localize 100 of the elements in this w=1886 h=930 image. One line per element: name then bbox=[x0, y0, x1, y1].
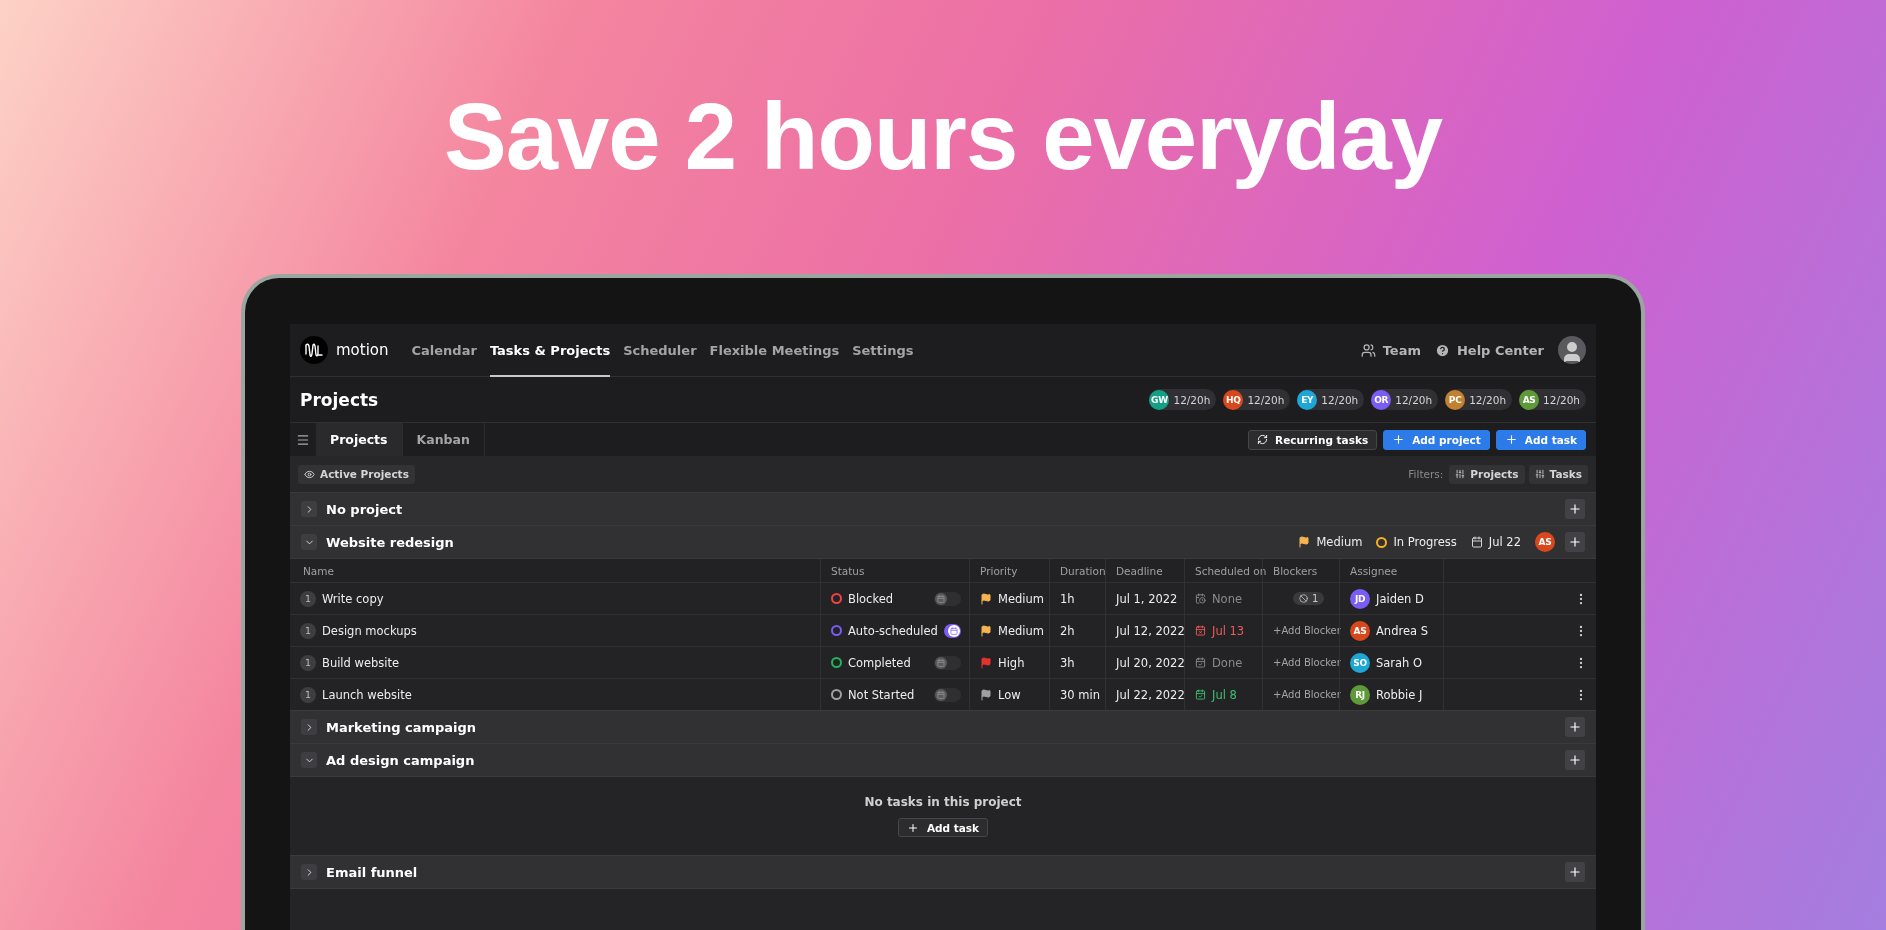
team-icon bbox=[1360, 342, 1376, 358]
project-name[interactable]: Website redesign bbox=[326, 534, 454, 550]
add-blocker-link[interactable]: +Add Blocker bbox=[1273, 625, 1341, 636]
view-tab[interactable]: Projects bbox=[316, 423, 403, 456]
member-avatar: EY bbox=[1297, 389, 1318, 410]
expand-toggle[interactable] bbox=[301, 501, 317, 517]
nav-link[interactable]: Team bbox=[1360, 342, 1421, 358]
plus-icon bbox=[1568, 535, 1582, 549]
nav-tab[interactable]: Settings bbox=[852, 323, 914, 377]
hours-text: 12/20h bbox=[1395, 393, 1433, 406]
task-name[interactable]: Design mockups bbox=[322, 623, 417, 638]
scheduled-text: Done bbox=[1212, 655, 1243, 670]
sliders-icon bbox=[1534, 469, 1545, 479]
action-button[interactable]: Add project bbox=[1383, 429, 1490, 450]
auto-schedule-toggle[interactable] bbox=[943, 623, 961, 638]
action-button[interactable]: Add task bbox=[1495, 429, 1586, 450]
auto-schedule-toggle[interactable] bbox=[934, 687, 961, 702]
expand-toggle[interactable] bbox=[301, 752, 317, 768]
plus-icon bbox=[1568, 753, 1582, 767]
deadline-text[interactable]: Jul 20, 2022 bbox=[1116, 655, 1185, 670]
workload-chip[interactable]: OR 12/20h bbox=[1371, 389, 1439, 410]
status-text[interactable]: Blocked bbox=[848, 591, 894, 606]
assignee-avatar: JD bbox=[1350, 588, 1370, 609]
active-projects-button[interactable]: Active Projects bbox=[298, 464, 415, 484]
task-name[interactable]: Build website bbox=[322, 655, 400, 670]
plus-icon bbox=[1392, 433, 1406, 446]
add-blocker-link[interactable]: +Add Blocker bbox=[1273, 657, 1341, 668]
assignee-name[interactable]: Jaiden D bbox=[1376, 591, 1424, 606]
nav-tab[interactable]: Flexible Meetings bbox=[709, 323, 840, 377]
calendar-icon bbox=[950, 626, 958, 635]
auto-schedule-toggle[interactable] bbox=[934, 655, 961, 670]
profile-avatar[interactable] bbox=[1558, 336, 1586, 364]
task-count-badge: 1 bbox=[300, 590, 316, 607]
project-name[interactable]: Ad design campaign bbox=[326, 752, 475, 768]
status-text[interactable]: Completed bbox=[848, 655, 911, 670]
workload-chip[interactable]: HQ 12/20h bbox=[1223, 389, 1291, 410]
project-name[interactable]: Email funnel bbox=[326, 864, 418, 880]
calendar-icon bbox=[937, 658, 945, 667]
calendar-icon bbox=[937, 594, 945, 603]
plus-icon bbox=[906, 821, 919, 834]
empty-message: No tasks in this project bbox=[864, 795, 1022, 809]
filter-button[interactable]: Tasks bbox=[1528, 464, 1588, 484]
workload-chip[interactable]: PC 12/20h bbox=[1445, 389, 1513, 410]
add-button[interactable] bbox=[1565, 750, 1585, 770]
calendar-check-icon bbox=[1195, 657, 1206, 668]
action-button[interactable]: Recurring tasks bbox=[1248, 429, 1378, 450]
assignee-name[interactable]: Robbie J bbox=[1376, 687, 1423, 702]
workload-chip[interactable]: AS 12/20h bbox=[1519, 389, 1586, 410]
filter-button[interactable]: Projects bbox=[1449, 464, 1525, 484]
assignee-name[interactable]: Sarah O bbox=[1376, 655, 1423, 670]
project-name[interactable]: No project bbox=[326, 501, 403, 517]
calendar-x-icon bbox=[1195, 625, 1206, 636]
help-icon bbox=[1434, 342, 1450, 358]
task-name[interactable]: Launch website bbox=[322, 687, 412, 702]
expand-toggle[interactable] bbox=[301, 534, 317, 550]
duration-text[interactable]: 2h bbox=[1060, 623, 1075, 638]
project-status[interactable]: In Progress bbox=[1393, 535, 1457, 549]
sliders-icon bbox=[1455, 469, 1466, 479]
nav-link[interactable]: Help Center bbox=[1434, 342, 1544, 358]
priority-text[interactable]: Medium bbox=[998, 591, 1044, 606]
status-text[interactable]: Not Started bbox=[848, 687, 915, 702]
member-avatar: GW bbox=[1149, 389, 1170, 410]
priority-text[interactable]: Low bbox=[998, 687, 1021, 702]
add-button[interactable] bbox=[1565, 532, 1585, 552]
priority-text[interactable]: Medium bbox=[998, 623, 1044, 638]
duration-text[interactable]: 3h bbox=[1060, 655, 1075, 670]
deadline-text[interactable]: Jul 22, 2022 bbox=[1116, 687, 1185, 702]
hours-text: 12/20h bbox=[1469, 393, 1507, 406]
add-task-button[interactable]: Add task bbox=[897, 818, 989, 837]
task-count-badge: 1 bbox=[300, 686, 316, 703]
calendar-icon bbox=[1470, 536, 1483, 548]
project-priority[interactable]: Medium bbox=[1316, 535, 1363, 549]
duration-text[interactable]: 1h bbox=[1060, 591, 1075, 606]
add-button[interactable] bbox=[1565, 717, 1585, 737]
workload-chip[interactable]: GW 12/20h bbox=[1149, 389, 1217, 410]
scheduled-text: Jul 8 bbox=[1212, 687, 1237, 702]
duration-text[interactable]: 30 min bbox=[1060, 687, 1100, 702]
workload-chip[interactable]: EY 12/20h bbox=[1297, 389, 1365, 410]
project-date[interactable]: Jul 22 bbox=[1488, 535, 1521, 549]
project-name[interactable]: Marketing campaign bbox=[326, 719, 477, 735]
eye-icon bbox=[304, 468, 315, 480]
scheduled-text: None bbox=[1212, 591, 1242, 606]
add-button[interactable] bbox=[1565, 862, 1585, 882]
task-name[interactable]: Write copy bbox=[322, 591, 384, 606]
expand-toggle[interactable] bbox=[301, 719, 317, 735]
add-button[interactable] bbox=[1565, 499, 1585, 519]
status-text[interactable]: Auto-scheduled bbox=[848, 623, 938, 638]
assignee-avatar: RJ bbox=[1350, 684, 1370, 705]
auto-schedule-toggle[interactable] bbox=[934, 591, 961, 606]
assignee-avatar[interactable]: AS bbox=[1535, 532, 1555, 552]
add-blocker-link[interactable]: +Add Blocker bbox=[1273, 689, 1341, 700]
priority-text[interactable]: High bbox=[998, 655, 1025, 670]
task-count-badge: 1 bbox=[300, 622, 316, 639]
expand-toggle[interactable] bbox=[301, 864, 317, 880]
nav-tab[interactable]: Scheduler bbox=[623, 323, 697, 377]
nav-tab[interactable]: Calendar bbox=[411, 323, 477, 377]
deadline-text[interactable]: Jul 12, 2022 bbox=[1116, 623, 1185, 638]
deadline-text[interactable]: Jul 1, 2022 bbox=[1116, 591, 1178, 606]
assignee-name[interactable]: Andrea S bbox=[1376, 623, 1428, 638]
blocker-count-badge[interactable]: 1 bbox=[1293, 592, 1325, 605]
